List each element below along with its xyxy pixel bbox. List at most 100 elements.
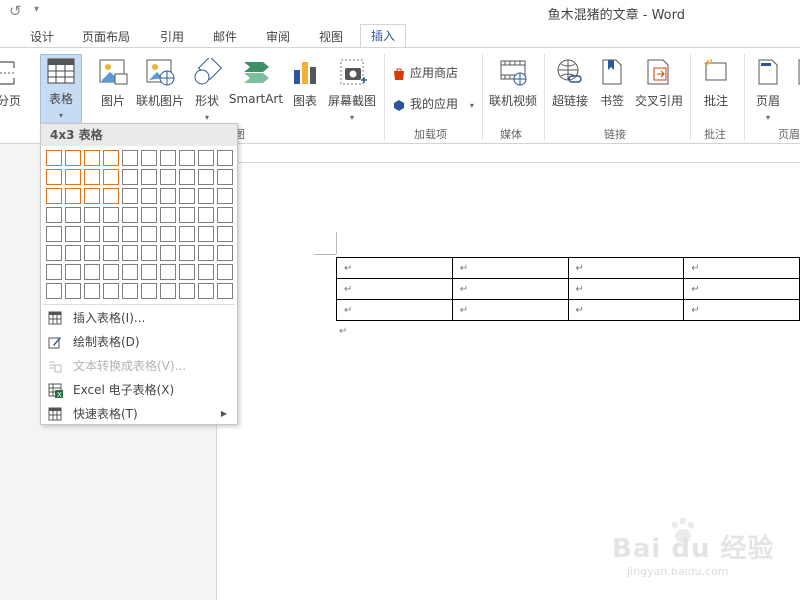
bookmark-button[interactable]: 书签 (594, 58, 630, 109)
grid-cell[interactable] (217, 264, 233, 280)
table-cell[interactable]: ↵ (567, 278, 685, 300)
grid-cell[interactable] (65, 188, 81, 204)
smartart-button[interactable]: SmartArt (228, 58, 284, 106)
table-cell[interactable]: ↵ (336, 278, 453, 300)
table-button[interactable]: 表格 ▾ (40, 58, 82, 121)
grid-cell[interactable] (103, 245, 119, 261)
grid-cell[interactable] (122, 188, 138, 204)
grid-cell[interactable] (160, 150, 176, 166)
comment-button[interactable]: 批注 (696, 58, 736, 109)
convert-text-to-table-menu-item[interactable]: 文本转换成表格(V)... (41, 355, 237, 377)
grid-cell[interactable] (103, 150, 119, 166)
grid-cell[interactable] (179, 283, 195, 299)
table-cell[interactable]: ↵ (336, 299, 453, 321)
table-size-grid[interactable] (46, 150, 236, 300)
grid-cell[interactable] (198, 226, 214, 242)
quick-tables-menu-item[interactable]: 快速表格(T) ▶ (41, 403, 237, 425)
grid-cell[interactable] (65, 264, 81, 280)
grid-cell[interactable] (122, 150, 138, 166)
grid-cell[interactable] (160, 188, 176, 204)
table-cell[interactable]: ↵ (683, 278, 800, 300)
grid-cell[interactable] (141, 226, 157, 242)
grid-cell[interactable] (65, 207, 81, 223)
document-table[interactable]: ↵ ↵ ↵ ↵ ↵ ↵ ↵ ↵ ↵ ↵ ↵ ↵ (336, 257, 800, 321)
grid-cell[interactable] (103, 188, 119, 204)
picture-button[interactable]: 图片 (94, 58, 132, 109)
table-cell[interactable]: ↵ (683, 257, 800, 279)
table-cell[interactable]: ↵ (336, 257, 453, 279)
grid-cell[interactable] (46, 264, 62, 280)
grid-cell[interactable] (122, 207, 138, 223)
grid-cell[interactable] (84, 283, 100, 299)
grid-cell[interactable] (84, 150, 100, 166)
screenshot-button[interactable]: 屏幕截图 ▾ (324, 58, 380, 123)
tab-insert[interactable]: 插入 (360, 24, 407, 48)
shapes-button[interactable]: 形状 ▾ (188, 58, 226, 123)
grid-cell[interactable] (141, 264, 157, 280)
footer-button-partial[interactable] (793, 58, 800, 86)
table-cell[interactable]: ↵ (451, 299, 569, 321)
grid-cell[interactable] (198, 169, 214, 185)
grid-cell[interactable] (179, 226, 195, 242)
grid-cell[interactable] (217, 150, 233, 166)
grid-cell[interactable] (179, 245, 195, 261)
grid-cell[interactable] (217, 245, 233, 261)
grid-cell[interactable] (179, 264, 195, 280)
grid-cell[interactable] (179, 150, 195, 166)
grid-cell[interactable] (122, 245, 138, 261)
grid-cell[interactable] (84, 169, 100, 185)
grid-cell[interactable] (160, 283, 176, 299)
grid-cell[interactable] (46, 226, 62, 242)
grid-cell[interactable] (141, 245, 157, 261)
grid-cell[interactable] (65, 283, 81, 299)
grid-cell[interactable] (84, 207, 100, 223)
online-video-button[interactable]: 联机视频 (486, 58, 540, 109)
grid-cell[interactable] (217, 226, 233, 242)
page-break-button[interactable]: 分页 (0, 58, 24, 109)
grid-cell[interactable] (46, 188, 62, 204)
grid-cell[interactable] (198, 264, 214, 280)
grid-cell[interactable] (160, 207, 176, 223)
grid-cell[interactable] (217, 207, 233, 223)
grid-cell[interactable] (141, 283, 157, 299)
my-apps-button[interactable]: 我的应用 ▾ (392, 95, 474, 112)
grid-cell[interactable] (122, 283, 138, 299)
grid-cell[interactable] (198, 207, 214, 223)
grid-cell[interactable] (217, 283, 233, 299)
table-cell[interactable]: ↵ (451, 257, 569, 279)
grid-cell[interactable] (198, 188, 214, 204)
draw-table-menu-item[interactable]: 绘制表格(D) (41, 331, 237, 353)
app-store-button[interactable]: 应用商店 (392, 64, 458, 81)
grid-cell[interactable] (65, 245, 81, 261)
insert-table-menu-item[interactable]: 插入表格(I)... (41, 307, 237, 329)
grid-cell[interactable] (160, 264, 176, 280)
grid-cell[interactable] (217, 169, 233, 185)
grid-cell[interactable] (179, 169, 195, 185)
online-picture-button[interactable]: 联机图片 (134, 58, 186, 109)
grid-cell[interactable] (198, 150, 214, 166)
grid-cell[interactable] (65, 169, 81, 185)
grid-cell[interactable] (103, 264, 119, 280)
hyperlink-button[interactable]: 超链接 (548, 58, 592, 109)
table-cell[interactable]: ↵ (683, 299, 800, 321)
grid-cell[interactable] (122, 264, 138, 280)
grid-cell[interactable] (179, 188, 195, 204)
grid-cell[interactable] (46, 245, 62, 261)
grid-cell[interactable] (46, 207, 62, 223)
grid-cell[interactable] (84, 188, 100, 204)
chart-button[interactable]: 图表 (288, 58, 322, 109)
header-button[interactable]: 页眉 ▾ (750, 58, 786, 123)
grid-cell[interactable] (198, 245, 214, 261)
grid-cell[interactable] (103, 226, 119, 242)
excel-spreadsheet-menu-item[interactable]: X Excel 电子表格(X) (41, 379, 237, 401)
table-cell[interactable]: ↵ (567, 299, 685, 321)
grid-cell[interactable] (160, 245, 176, 261)
grid-cell[interactable] (65, 226, 81, 242)
grid-cell[interactable] (46, 283, 62, 299)
grid-cell[interactable] (103, 283, 119, 299)
grid-cell[interactable] (103, 169, 119, 185)
grid-cell[interactable] (198, 283, 214, 299)
table-cell[interactable]: ↵ (451, 278, 569, 300)
grid-cell[interactable] (179, 207, 195, 223)
grid-cell[interactable] (141, 207, 157, 223)
